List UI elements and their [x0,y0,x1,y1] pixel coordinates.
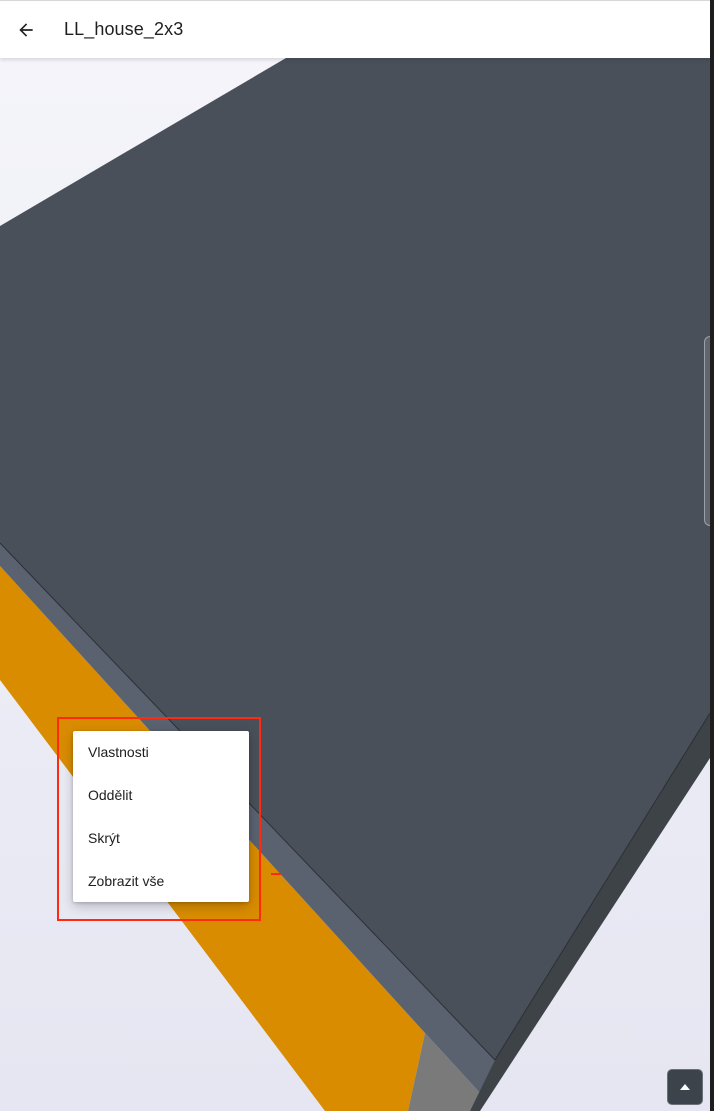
expand-panel-button[interactable] [667,1069,703,1105]
page-title: LL_house_2x3 [64,19,184,39]
arrow-left-icon [19,22,33,37]
back-button[interactable] [4,8,48,52]
caret-up-icon [680,1084,690,1090]
menu-item-show-all[interactable]: Zobrazit vše [73,860,249,903]
window-edge [710,0,714,1111]
menu-item-isolate[interactable]: Oddělit [73,774,249,817]
app-bar: LL_house_2x3 [0,0,710,58]
model-viewport[interactable] [0,58,710,1111]
menu-item-hide[interactable]: Skrýt [73,817,249,860]
menu-item-properties[interactable]: Vlastnosti [73,731,249,774]
model-3d-scene[interactable] [0,58,710,1111]
context-menu: Vlastnosti Oddělit Skrýt Zobrazit vše [73,731,249,902]
selection-marker [271,873,281,875]
side-drawer-handle[interactable] [704,336,710,526]
